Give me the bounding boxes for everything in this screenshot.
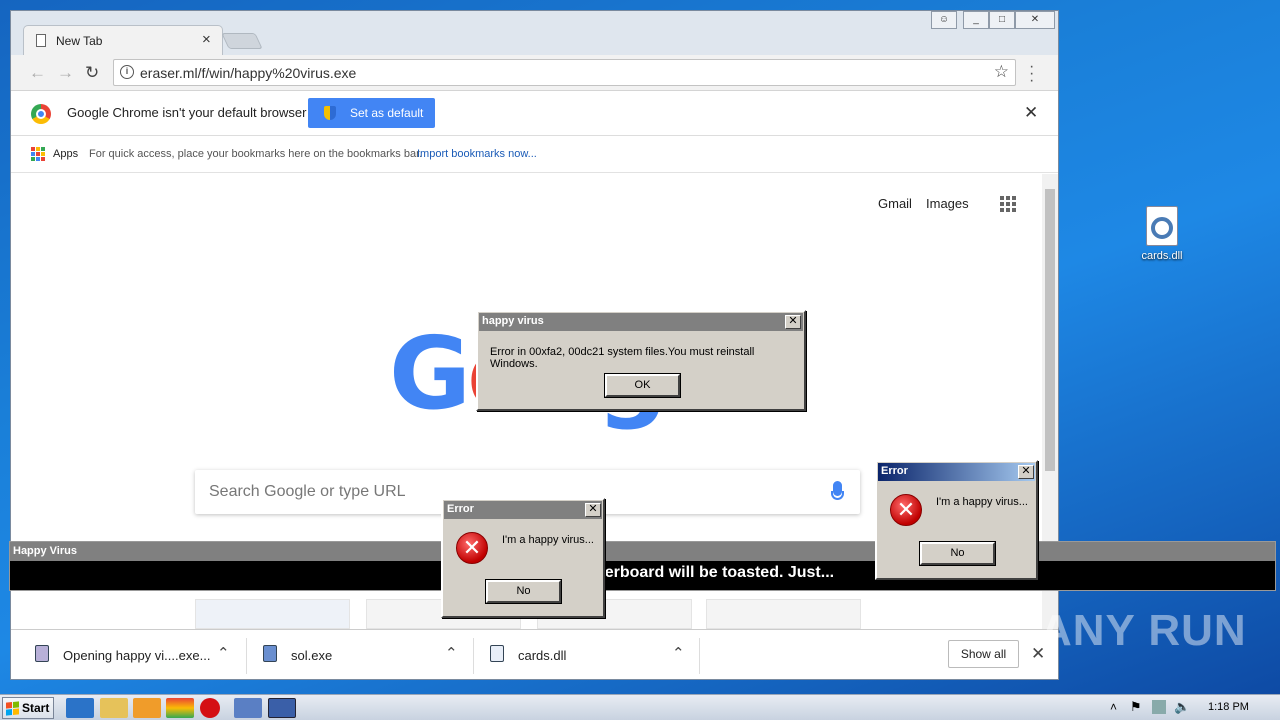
dialog-close-icon[interactable]: ✕: [785, 315, 801, 329]
dialog-title: Error: [444, 501, 602, 519]
anyrun-watermark: ANY RUN: [1040, 606, 1247, 655]
start-button[interactable]: Start: [2, 697, 54, 719]
menu-dots-icon[interactable]: · · ·: [1029, 59, 1034, 89]
app-icon[interactable]: [234, 698, 262, 718]
minimize-button[interactable]: _: [963, 11, 989, 29]
address-bar[interactable]: i eraser.ml/f/win/happy%20virus.exe ☆: [113, 59, 1016, 86]
media-player-icon[interactable]: [133, 698, 161, 718]
start-label: Start: [22, 701, 50, 715]
infobar-text: Google Chrome isn't your default browser: [67, 105, 307, 120]
tab-new-tab[interactable]: New Tab ×: [23, 25, 223, 55]
windows-logo-icon: [6, 701, 19, 716]
dll-icon: [490, 645, 504, 662]
most-visited-tile[interactable]: [706, 599, 861, 629]
ie-icon[interactable]: [66, 698, 94, 718]
dialog-title: Error: [878, 463, 1035, 481]
maximize-button[interactable]: □: [989, 11, 1015, 29]
set-default-label: Set as default: [350, 106, 424, 120]
show-hidden-icons[interactable]: ˄: [1110, 700, 1117, 714]
bookmark-star-icon[interactable]: ☆: [994, 62, 1009, 82]
error-dialog: Error ✕ ✕ I'm a happy virus... No: [441, 498, 605, 618]
chevron-up-icon[interactable]: ⌃: [672, 644, 685, 662]
no-button[interactable]: No: [919, 541, 996, 566]
close-window-button[interactable]: ✕: [1015, 11, 1055, 29]
download-shelf: Opening happy vi....exe... ⌃ sol.exe ⌃ c…: [11, 629, 1058, 679]
error-dialog: Error ✕ ✕ I'm a happy virus... No: [875, 460, 1038, 580]
dialog-message: Error in 00xfa2, 00dc21 system files.You…: [490, 346, 755, 370]
opera-icon[interactable]: [200, 698, 220, 718]
uac-shield-icon: [324, 106, 336, 120]
dialog-message: I'm a happy virus...: [502, 534, 594, 546]
error-icon: ✕: [890, 494, 922, 526]
dialog-close-icon[interactable]: ✕: [585, 503, 601, 517]
system-tray: ˄ ⚑ 🔈 1:18 PM: [1100, 695, 1280, 720]
gmail-link[interactable]: Gmail: [878, 196, 912, 211]
download-item[interactable]: sol.exe ⌃: [263, 630, 463, 679]
dialog-close-icon[interactable]: ✕: [1018, 465, 1034, 479]
download-item[interactable]: cards.dll ⌃: [490, 630, 690, 679]
happy-virus-banner: Happy Virus If you restart... motherboar…: [9, 541, 1276, 591]
infobar-close-icon[interactable]: ✕: [1024, 103, 1038, 123]
desktop-icon-label: cards.dll: [1141, 250, 1183, 262]
most-visited-tile[interactable]: [195, 599, 350, 629]
clock[interactable]: 1:18 PM: [1208, 701, 1249, 713]
explorer-folder-icon[interactable]: [100, 698, 128, 718]
network-icon[interactable]: [1152, 700, 1166, 714]
tab-title: New Tab: [56, 34, 103, 48]
error-icon: ✕: [456, 532, 488, 564]
ok-button[interactable]: OK: [604, 373, 681, 398]
images-link[interactable]: Images: [926, 196, 969, 211]
chevron-up-icon[interactable]: ⌃: [217, 644, 230, 662]
microphone-icon[interactable]: [831, 481, 844, 500]
import-bookmarks-link[interactable]: Import bookmarks now...: [417, 148, 537, 160]
show-all-button[interactable]: Show all: [948, 640, 1019, 668]
download-item[interactable]: Opening happy vi....exe... ⌃: [35, 630, 245, 679]
dialog-title: happy virus: [479, 313, 803, 331]
banner-title: Happy Virus: [10, 542, 1275, 561]
user-icon[interactable]: ☺: [931, 11, 957, 29]
download-name: Opening happy vi....exe...: [63, 648, 211, 663]
chrome-taskbar-icon[interactable]: [166, 698, 194, 718]
virus-app-icon[interactable]: [268, 698, 296, 718]
chevron-up-icon[interactable]: ⌃: [445, 644, 458, 662]
chrome-logo-icon: [31, 104, 51, 124]
bookmarks-hint: For quick access, place your bookmarks h…: [89, 148, 423, 160]
url-text: eraser.ml/f/win/happy%20virus.exe: [140, 65, 357, 81]
info-icon[interactable]: i: [120, 65, 134, 79]
back-icon[interactable]: ←: [29, 63, 46, 83]
reload-icon[interactable]: ↻: [85, 63, 99, 83]
toolbar: ← → ↻ i eraser.ml/f/win/happy%20virus.ex…: [11, 55, 1058, 91]
desktop-icon-cards-dll[interactable]: cards.dll: [1130, 206, 1194, 262]
happy-virus-dialog: happy virus ✕ Error in 00xfa2, 00dc21 sy…: [476, 310, 806, 411]
bookmarks-bar: Apps For quick access, place your bookma…: [11, 137, 1058, 173]
download-name: sol.exe: [291, 648, 333, 663]
title-bar: New Tab × ☺ _ □ ✕: [11, 11, 1058, 55]
tab-close-icon[interactable]: ×: [202, 31, 211, 48]
archive-icon: [35, 645, 49, 662]
apps-link[interactable]: Apps: [53, 148, 78, 160]
apps-grid-icon[interactable]: [31, 147, 45, 161]
dll-file-icon: [1146, 206, 1178, 246]
taskbar: Start ˄ ⚑ 🔈 1:18 PM: [0, 694, 1280, 720]
scrollbar-thumb[interactable]: [1045, 189, 1055, 471]
set-default-button[interactable]: Set as default: [308, 98, 435, 128]
search-placeholder: Search Google or type URL: [209, 483, 406, 500]
forward-icon[interactable]: →: [57, 63, 74, 83]
dialog-message: I'm a happy virus...: [936, 496, 1028, 508]
volume-icon[interactable]: 🔈: [1174, 699, 1190, 715]
page-icon: [36, 34, 46, 47]
google-apps-icon[interactable]: [1000, 196, 1016, 212]
new-tab-button[interactable]: [221, 33, 263, 49]
exe-icon: [263, 645, 277, 662]
no-button[interactable]: No: [485, 579, 562, 604]
default-browser-infobar: Google Chrome isn't your default browser…: [11, 91, 1058, 136]
banner-message: If you restart... motherboard will be to…: [450, 564, 835, 581]
flag-icon[interactable]: ⚑: [1130, 699, 1142, 715]
download-name: cards.dll: [518, 648, 567, 663]
